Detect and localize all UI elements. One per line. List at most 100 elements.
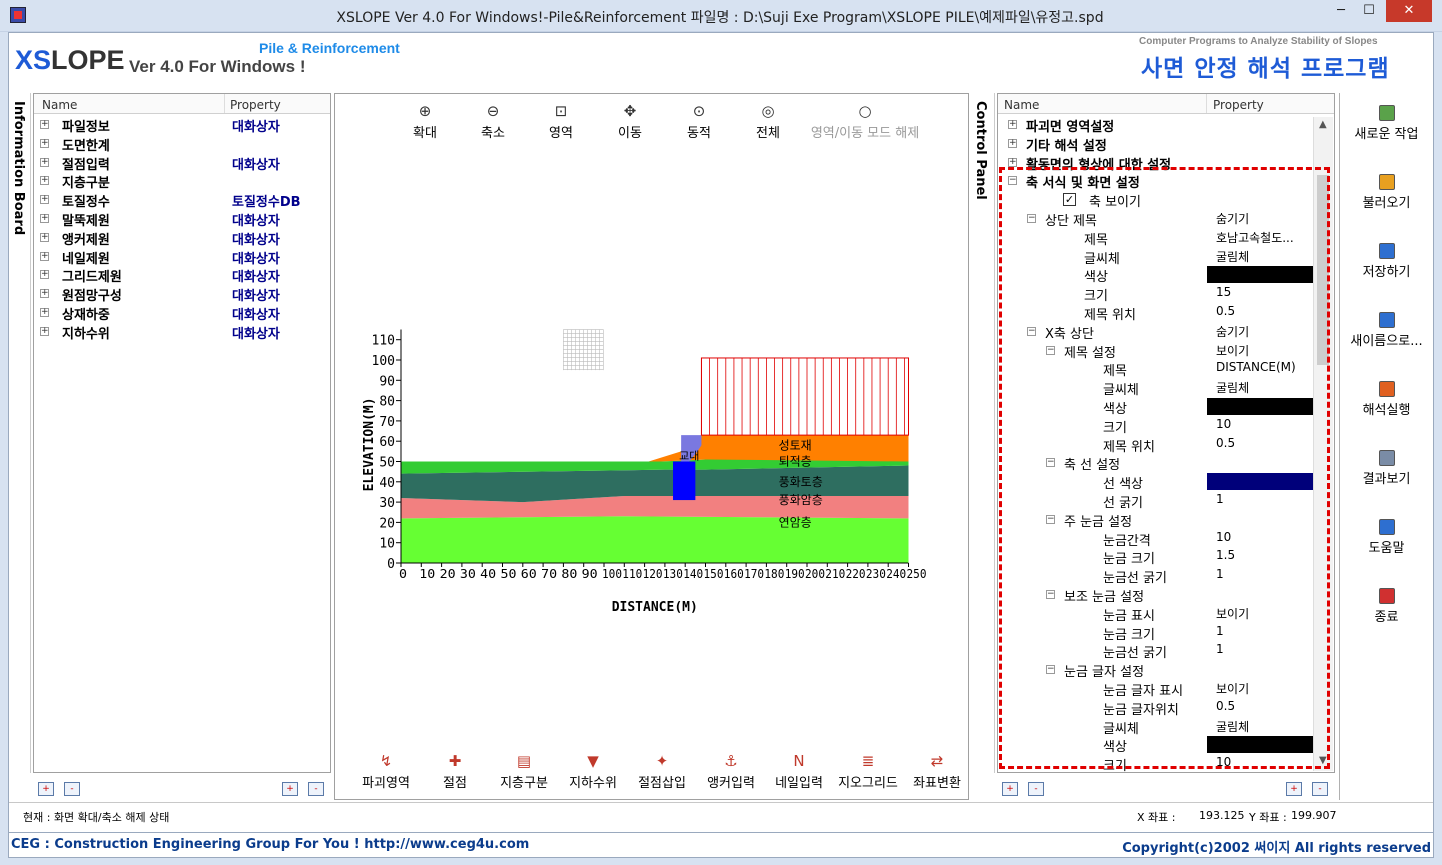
add-item-icon[interactable]: + <box>38 782 54 796</box>
settings-row[interactable]: 색상 <box>998 398 1314 417</box>
settings-row[interactable]: 글씨체 굴림체 <box>998 718 1314 737</box>
expand-icon[interactable]: + <box>40 157 49 167</box>
item-property[interactable]: 대화상자 <box>232 266 280 285</box>
tool-nail[interactable]: N 네일입력 <box>766 752 832 791</box>
setting-value[interactable]: 보이기 <box>1216 342 1249 359</box>
left-tree-item[interactable]: + 지층구분 <box>34 172 330 191</box>
expand-icon[interactable]: + <box>1008 138 1017 148</box>
settings-row[interactable]: − X축 상단 숨기기 <box>998 323 1314 342</box>
setting-value[interactable]: 10 <box>1216 417 1231 431</box>
expand-icon[interactable]: + <box>40 326 49 336</box>
setting-value[interactable]: 굴림체 <box>1216 248 1249 265</box>
item-property[interactable]: 대화상자 <box>232 154 280 173</box>
left-tree-item[interactable]: + 파일정보 대화상자 <box>34 116 330 135</box>
settings-row[interactable]: − 제목 설정 보이기 <box>998 342 1314 361</box>
settings-row[interactable]: 색상 <box>998 736 1314 755</box>
tool-geogrid[interactable]: ≣ 지오그리드 <box>835 752 901 791</box>
item-property[interactable]: 대화상자 <box>232 248 280 267</box>
left-tree-item[interactable]: + 상재하중 대화상자 <box>34 304 330 323</box>
settings-row[interactable]: 제목 위치 0.5 <box>998 436 1314 455</box>
left-tree-item[interactable]: + 네일제원 대화상자 <box>34 248 330 267</box>
tool-zoom-area[interactable]: ⊡ 영역 <box>531 102 591 141</box>
tool-failure-zone[interactable]: ↯ 파괴영역 <box>353 752 419 791</box>
setting-value[interactable]: 굴림체 <box>1216 718 1249 735</box>
item-property[interactable]: 대화상자 <box>232 323 280 342</box>
settings-row[interactable]: − 상단 제목 숨기기 <box>998 210 1314 229</box>
setting-value[interactable]: 굴림체 <box>1216 379 1249 396</box>
tool-dynamic-zoom[interactable]: ⊙ 동적 <box>669 102 729 141</box>
color-swatch[interactable] <box>1207 398 1314 415</box>
settings-row[interactable]: − 눈금 글자 설정 <box>998 661 1314 680</box>
settings-row[interactable]: − 축 선 설정 <box>998 454 1314 473</box>
settings-row[interactable]: − 축 서식 및 화면 설정 <box>998 172 1314 191</box>
setting-value[interactable]: 1 <box>1216 492 1224 506</box>
expand-icon[interactable]: + <box>1008 157 1017 167</box>
expand-icon[interactable]: + <box>40 195 49 205</box>
add-setting-icon[interactable]: + <box>1002 782 1018 796</box>
expand-icon[interactable]: + <box>1008 120 1017 129</box>
setting-value[interactable]: 15 <box>1216 285 1231 299</box>
left-tree-item[interactable]: + 토질정수 토질정수DB <box>34 191 330 210</box>
collapse-icon[interactable]: − <box>1046 665 1055 675</box>
settings-row[interactable]: 크기 15 <box>998 285 1314 304</box>
action-print-results[interactable]: 결과보기 <box>1340 450 1433 487</box>
col-name[interactable]: Name <box>42 98 77 112</box>
expand-settings-icon[interactable]: + <box>1286 782 1302 796</box>
color-swatch[interactable] <box>1207 736 1314 754</box>
left-tree-item[interactable]: + 도면한계 <box>34 135 330 154</box>
collapse-icon[interactable]: − <box>1046 590 1055 599</box>
setting-value[interactable]: 숨기기 <box>1216 210 1249 227</box>
expand-icon[interactable]: + <box>40 214 49 223</box>
collapse-icon[interactable]: − <box>1027 326 1036 336</box>
remove-setting-icon[interactable]: - <box>1028 782 1044 796</box>
slope-section-chart[interactable]: 11010090807060504030201000 10 20 30 40 50 60 70… <box>335 314 968 624</box>
expand-icon[interactable]: + <box>40 289 49 299</box>
tool-node[interactable]: ✚ 절점 <box>422 752 488 791</box>
minimize-button[interactable]: ─ <box>1327 0 1355 22</box>
settings-row[interactable]: 눈금선 굵기 1 <box>998 642 1314 661</box>
action-open-folder[interactable]: 불러오기 <box>1340 174 1433 211</box>
collapse-settings-icon[interactable]: - <box>1312 782 1328 796</box>
settings-row[interactable]: ✓ 축 보이기 <box>998 191 1314 210</box>
tool-mode-off[interactable]: ○ 영역/이동 모드 해제 <box>790 102 940 141</box>
settings-row[interactable]: + 기타 해석 설정 <box>998 135 1314 154</box>
settings-row[interactable]: 선 색상 <box>998 473 1314 492</box>
settings-row[interactable]: − 주 눈금 설정 <box>998 511 1314 530</box>
settings-row[interactable]: − 보조 눈금 설정 <box>998 586 1314 605</box>
settings-row[interactable]: 눈금 표시 보이기 <box>998 605 1314 624</box>
settings-row[interactable]: 눈금간격 10 <box>998 530 1314 549</box>
item-property[interactable]: 토질정수DB <box>232 191 301 210</box>
col-property[interactable]: Property <box>230 98 281 112</box>
app-icon[interactable] <box>10 7 26 23</box>
settings-row[interactable]: 크기 10 <box>998 755 1314 774</box>
action-new-file[interactable]: 새로운 작업 <box>1340 105 1433 142</box>
settings-row[interactable]: 선 굵기 1 <box>998 492 1314 511</box>
footer-left[interactable]: CEG : Construction Engineering Group For… <box>11 837 529 852</box>
remove-item-icon[interactable]: - <box>64 782 80 796</box>
expand-icon[interactable]: + <box>40 270 49 280</box>
setting-value[interactable]: 10 <box>1216 755 1231 769</box>
action-exit[interactable]: 종료 <box>1340 588 1433 625</box>
setting-value[interactable]: 1 <box>1216 567 1224 581</box>
left-tree-item[interactable]: + 절점입력 대화상자 <box>34 154 330 173</box>
action-run-analysis[interactable]: 해석실행 <box>1340 381 1433 418</box>
collapse-icon[interactable]: − <box>1027 214 1036 223</box>
settings-row[interactable]: 글씨체 굴림체 <box>998 379 1314 398</box>
setting-value[interactable]: 보이기 <box>1216 680 1249 697</box>
action-save-as[interactable]: 새이름으로... <box>1340 312 1433 349</box>
settings-row[interactable]: 눈금 크기 1 <box>998 624 1314 643</box>
item-property[interactable]: 대화상자 <box>232 210 280 229</box>
expand-icon[interactable]: + <box>40 176 49 186</box>
tool-zoom-out[interactable]: ⊖ 축소 <box>463 102 523 141</box>
tool-pan[interactable]: ✥ 이동 <box>600 102 660 141</box>
left-tree-item[interactable]: + 앵커제원 대화상자 <box>34 229 330 248</box>
tool-zoom-all[interactable]: ◎ 전체 <box>738 102 798 141</box>
tool-layer[interactable]: ▤ 지층구분 <box>491 752 557 791</box>
col-property[interactable]: Property <box>1213 98 1264 112</box>
settings-row[interactable]: 제목 DISTANCE(M) <box>998 360 1314 379</box>
setting-value[interactable]: 0.5 <box>1216 699 1235 713</box>
setting-value[interactable]: 보이기 <box>1216 605 1249 622</box>
settings-row[interactable]: 눈금 글자 표시 보이기 <box>998 680 1314 699</box>
left-tree-item[interactable]: + 말뚝제원 대화상자 <box>34 210 330 229</box>
maximize-button[interactable]: ☐ <box>1355 0 1383 22</box>
